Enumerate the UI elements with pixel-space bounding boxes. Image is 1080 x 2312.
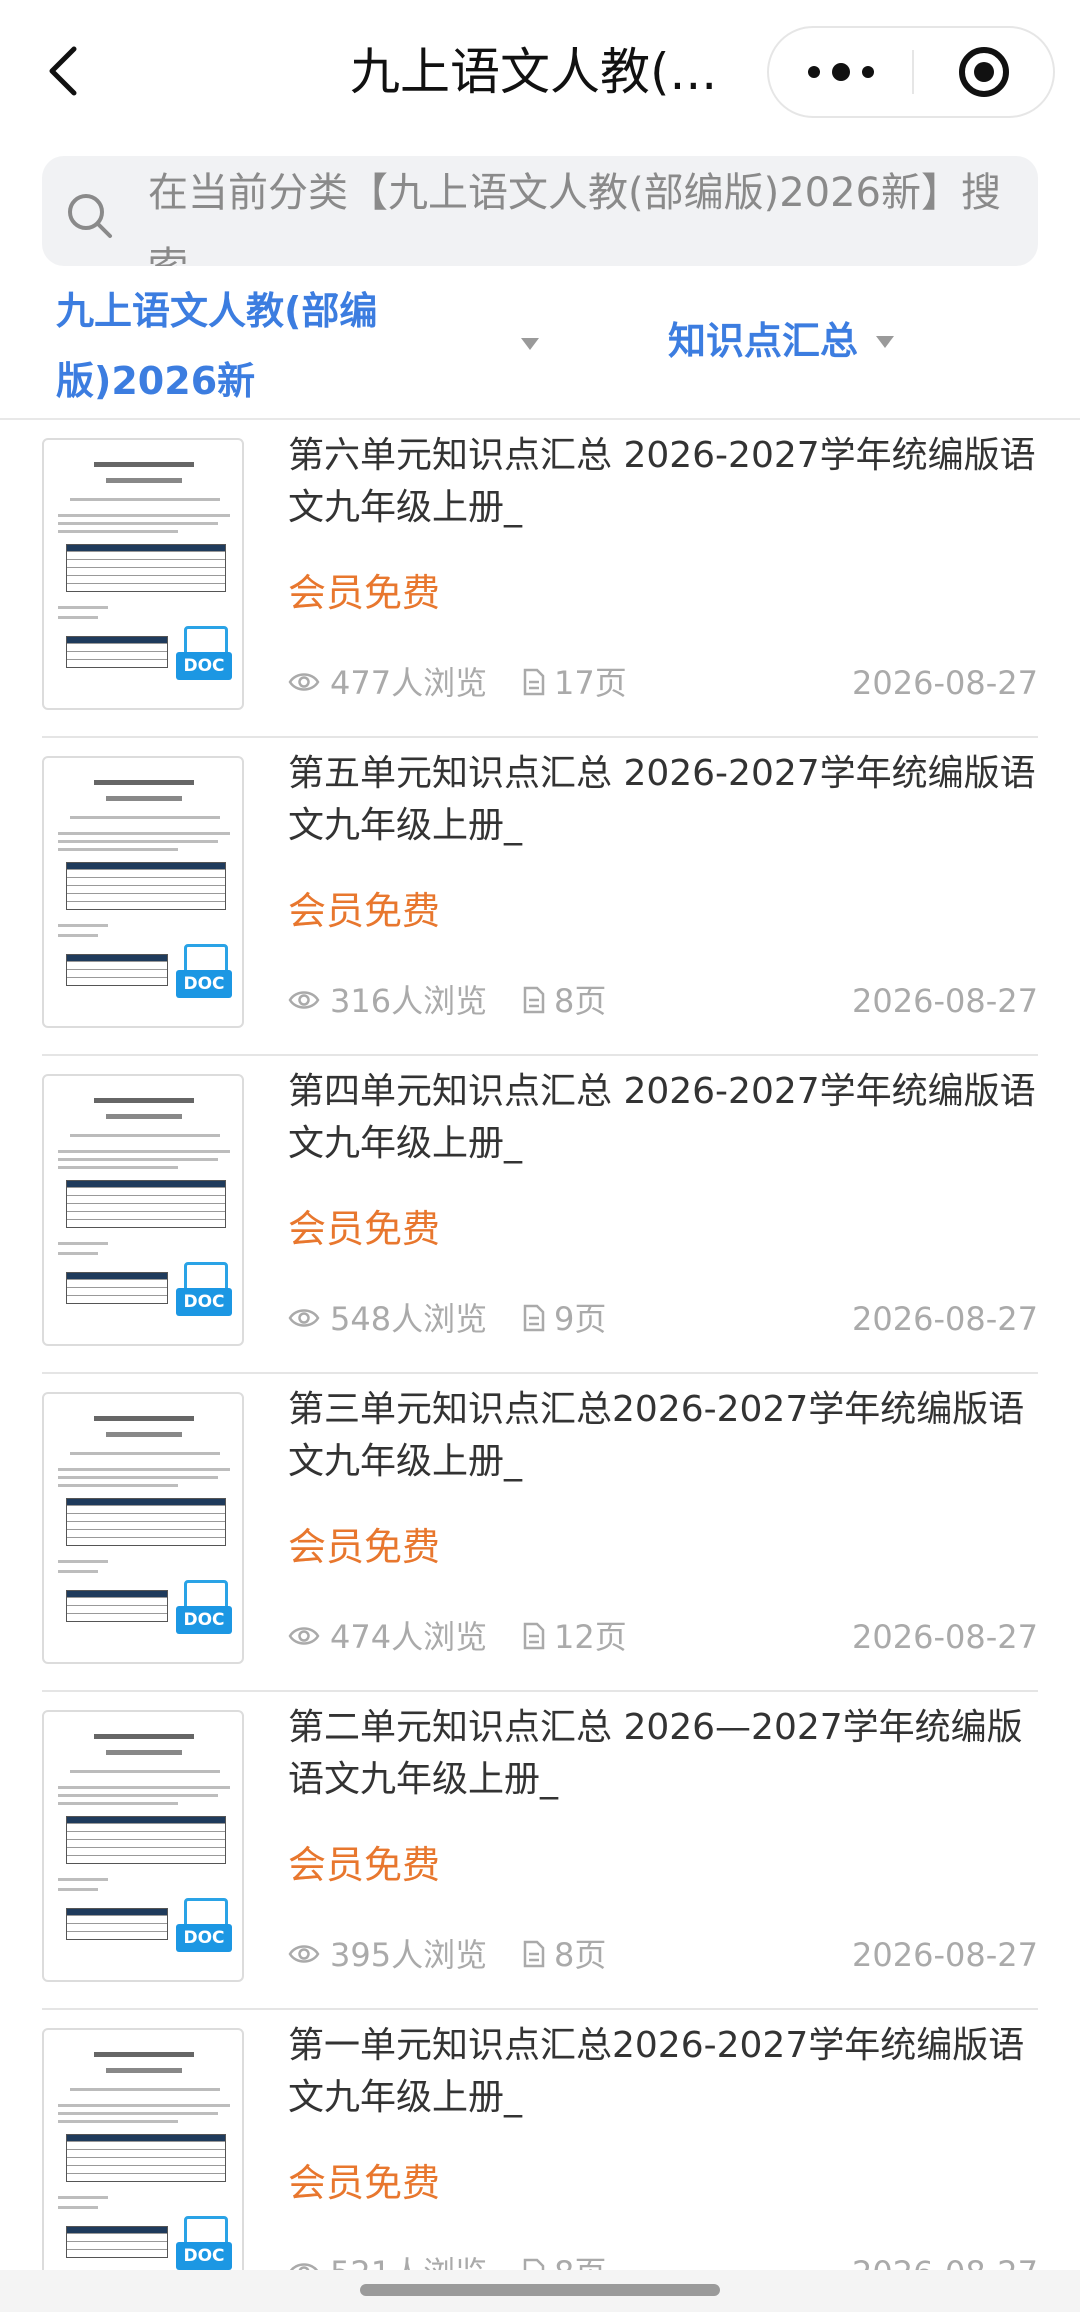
doc-file-icon: DOC [176,2216,234,2270]
publish-date: 2026-08-27 [852,1936,1038,1974]
chevron-left-icon [49,46,77,96]
item-title[interactable]: 第三单元知识点汇总2026-2027学年统编版语文九年级上册_ [288,1384,1038,1488]
doc-file-icon: DOC [176,1262,234,1322]
document-thumbnail: DOC [42,438,244,710]
publish-date: 2026-08-27 [852,982,1038,1020]
file-type-label: DOC [176,1288,232,1316]
category-filter-label-line1: 九上语文人教(部编 [56,289,378,333]
document-thumbnail: DOC [42,1074,244,1346]
document-thumbnail: DOC [42,2028,244,2270]
list-item[interactable]: DOC 第三单元知识点汇总2026-2027学年统编版语文九年级上册_ 会员免费… [42,1374,1038,1692]
document-pages-icon [523,1940,545,1968]
eye-icon [288,991,320,1009]
item-meta: 395人浏览 8页 2026-08-27 [288,1928,1038,1982]
category-filter-label-line2: 版)2026新 [56,359,256,403]
publish-date: 2026-08-27 [852,2246,1038,2270]
item-meta: 316人浏览 8页 2026-08-27 [288,974,1038,1028]
list-item[interactable]: DOC 第四单元知识点汇总 2026-2027学年统编版语文九年级上册_ 会员免… [42,1056,1038,1374]
page-count: 12页 [554,1618,627,1656]
search-placeholder: 在当前分类【九上语文人教(部编版)2026新】搜索 [148,170,1002,266]
list-item[interactable]: DOC 第二单元知识点汇总 2026—2027学年统编版语文九年级上册_ 会员免… [42,1692,1038,2010]
item-title[interactable]: 第二单元知识点汇总 2026—2027学年统编版语文九年级上册_ [288,1702,1038,1806]
eye-icon [290,2263,318,2270]
member-free-badge: 会员免费 [288,1525,441,1569]
view-count: 395人浏览 [330,1936,488,1974]
category-filter[interactable]: 九上语文人教(部编 版)2026新 [56,276,396,416]
item-title[interactable]: 第一单元知识点汇总2026-2027学年统编版语文九年级上册_ [288,2020,1038,2124]
item-meta: 521人浏览 8页 2026-08-27 [288,2246,1038,2270]
list-item[interactable]: DOC 第一单元知识点汇总2026-2027学年统编版语文九年级上册_ 会员免费… [42,2010,1038,2270]
view-count: 316人浏览 [330,982,488,1020]
view-count: 477人浏览 [330,664,488,702]
doc-file-icon: DOC [176,626,234,686]
document-pages-icon [523,2258,545,2270]
more-button[interactable] [769,28,912,116]
publish-date: 2026-08-27 [852,1618,1038,1656]
eye-icon [288,1627,320,1645]
eye-icon [288,1309,320,1327]
filter-bar: 九上语文人教(部编 版)2026新 知识点汇总 [0,272,1080,420]
document-thumbnail: DOC [42,1392,244,1664]
doc-file-icon: DOC [176,944,234,1004]
search-input[interactable]: 在当前分类【九上语文人教(部编版)2026新】搜索 [42,156,1038,266]
document-pages-icon [523,1622,545,1650]
page: 九上语文人教(... 在当前分类【九上语文人教(部编版)2026新】搜索 [0,0,1080,2312]
document-pages-icon [523,1304,545,1332]
file-type-label: DOC [176,1924,232,1952]
doc-file-icon: DOC [176,1898,234,1958]
topic-filter-label: 知识点汇总 [668,319,859,363]
page-count: 8页 [554,2246,606,2270]
member-free-badge: 会员免费 [288,2161,441,2205]
item-title[interactable]: 第五单元知识点汇总 2026-2027学年统编版语文九年级上册_ [288,748,1038,852]
back-button[interactable] [34,36,94,106]
publish-date: 2026-08-27 [852,1300,1038,1338]
document-thumbnail: DOC [42,756,244,1028]
close-button[interactable] [914,28,1053,116]
member-free-badge: 会员免费 [288,889,441,933]
publish-date: 2026-08-27 [852,664,1038,702]
home-bar [0,2270,1080,2312]
more-dots-icon [802,63,880,81]
document-thumbnail: DOC [42,1710,244,1982]
view-count: 474人浏览 [330,1618,488,1656]
item-meta: 548人浏览 9页 2026-08-27 [288,1292,1038,1346]
topic-filter[interactable]: 知识点汇总 [668,312,858,370]
item-meta: 474人浏览 12页 2026-08-27 [288,1610,1038,1664]
file-type-label: DOC [176,652,232,680]
member-free-badge: 会员免费 [288,1207,441,1251]
item-title[interactable]: 第四单元知识点汇总 2026-2027学年统编版语文九年级上册_ [288,1066,1038,1170]
doc-file-icon: DOC [176,1580,234,1640]
search-icon [68,194,112,238]
document-pages-icon [523,986,545,1014]
home-indicator[interactable] [360,2284,720,2296]
file-type-label: DOC [176,2242,232,2270]
category-dropdown-icon[interactable] [521,338,539,350]
page-title: 九上语文人教(... [350,43,718,101]
mini-program-capsule [767,26,1055,118]
item-title[interactable]: 第六单元知识点汇总 2026-2027学年统编版语文九年级上册_ [288,430,1038,534]
file-type-label: DOC [176,970,232,998]
item-meta: 477人浏览 17页 2026-08-27 [288,656,1038,710]
target-close-icon [958,47,1009,97]
navigation-bar: 九上语文人教(... [0,0,1080,140]
page-count: 17页 [554,664,627,702]
page-count: 9页 [554,1300,607,1338]
list-item[interactable]: DOC 第六单元知识点汇总 2026-2027学年统编版语文九年级上册_ 会员免… [42,420,1038,738]
member-free-badge: 会员免费 [288,571,441,615]
member-free-badge: 会员免费 [288,1843,441,1887]
view-count: 548人浏览 [330,1300,488,1338]
file-type-label: DOC [176,1606,232,1634]
eye-icon [288,673,320,691]
page-count: 8页 [554,1936,607,1974]
document-pages-icon [523,668,545,696]
document-list: DOC 第六单元知识点汇总 2026-2027学年统编版语文九年级上册_ 会员免… [0,420,1080,2270]
page-count: 8页 [554,982,607,1020]
list-item[interactable]: DOC 第五单元知识点汇总 2026-2027学年统编版语文九年级上册_ 会员免… [42,738,1038,1056]
view-count: 521人浏览 [330,2246,487,2270]
topic-dropdown-icon[interactable] [876,336,894,348]
eye-icon [288,1945,320,1963]
